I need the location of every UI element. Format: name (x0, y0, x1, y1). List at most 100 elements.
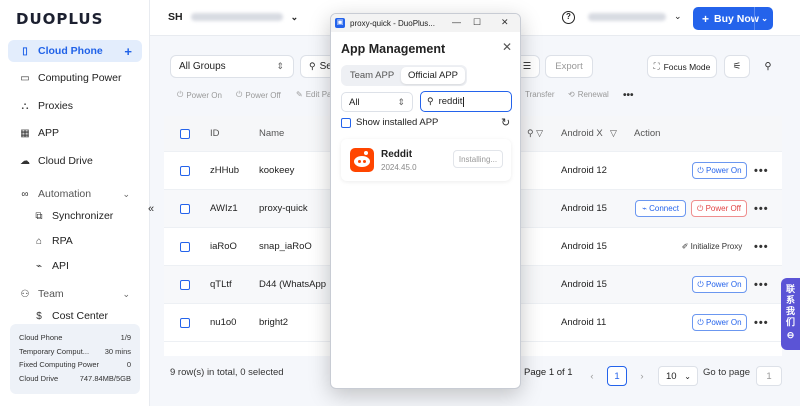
row-checkbox[interactable] (180, 317, 190, 328)
power-icon: ⏻ (177, 90, 184, 99)
page-size-select[interactable]: 10 ⌄ (658, 366, 698, 386)
edit-action[interactable]: ✎ Edit Pa (296, 90, 332, 99)
buy-now-button[interactable]: + Buy Now ⌄ (693, 7, 773, 30)
select-all-checkbox[interactable] (180, 128, 190, 139)
sidebar-item-cloud-drive[interactable]: ☁ Cloud Drive (8, 150, 142, 172)
app-source-tabs: Team APP Official APP (341, 65, 467, 86)
power-off-button[interactable]: ⏻ Power Off (691, 200, 747, 217)
window-title: proxy-quick - DuoPlus... (350, 18, 435, 28)
chevron-down-icon[interactable]: ⌄ (761, 14, 768, 23)
divider (754, 7, 755, 30)
row-id: iaRoO (210, 241, 237, 252)
more-actions-icon[interactable]: ••• (623, 90, 634, 101)
close-window-icon[interactable]: ✕ (501, 17, 509, 28)
contact-us-tab[interactable]: 联系我们 ⊖ (781, 278, 800, 350)
collapse-sidebar-icon[interactable]: « (145, 203, 157, 217)
column-header-android: Android X (561, 128, 603, 139)
refresh-icon[interactable]: ↻ (501, 116, 510, 129)
export-button[interactable]: Export (545, 55, 593, 78)
power-on-button[interactable]: ⏻ Power On (692, 162, 747, 179)
goto-page-input[interactable]: 1 (756, 366, 782, 386)
next-page-icon[interactable]: › (632, 366, 652, 386)
add-icon[interactable]: + (124, 44, 132, 59)
initialize-proxy-button[interactable]: ✐ Initialize Proxy (676, 238, 748, 255)
settings-sliders-icon[interactable]: ⚟ (724, 55, 750, 78)
sidebar-item-cloud-phone[interactable]: ▯ Cloud Phone + (8, 40, 142, 62)
close-icon[interactable]: ✕ (502, 40, 512, 54)
account-menu[interactable]: ⌄ (588, 11, 682, 22)
more-icon[interactable]: ••• (754, 279, 769, 291)
sidebar-item-synchronizer[interactable]: ⧉ Synchronizer (22, 205, 142, 227)
focus-mode-button[interactable]: ⛶ Focus Mode (647, 55, 717, 78)
maximize-icon[interactable]: ☐ (473, 17, 481, 28)
reddit-face (354, 156, 370, 167)
sidebar-group-team[interactable]: ⚇ Team ⌄ (8, 283, 142, 305)
row-name: D44 (WhatsApp (259, 279, 327, 290)
search-icon[interactable]: ⚲ (756, 55, 780, 78)
button-label: Power On (705, 318, 742, 327)
row-checkbox[interactable] (180, 241, 190, 252)
text-cursor (463, 96, 465, 107)
app-management-window: ▣ proxy-quick - DuoPlus... — ☐ ✕ App Man… (330, 13, 521, 389)
power-on-action[interactable]: ⏻ Power On (177, 90, 222, 100)
more-icon[interactable]: ••• (754, 241, 769, 253)
sidebar-group-automation[interactable]: ∞ Automation ⌄ (8, 183, 142, 205)
brand-logo: DUOPLUS (16, 10, 104, 28)
prev-page-icon[interactable]: ‹ (582, 366, 602, 386)
action-label: Edit Pa (305, 90, 332, 99)
sidebar-item-api[interactable]: ⌁ API (22, 255, 142, 277)
show-installed-checkbox[interactable]: Show installed APP (341, 117, 438, 128)
row-checkbox[interactable] (180, 355, 190, 356)
checkbox-box[interactable] (341, 117, 351, 128)
sidebar-item-app[interactable]: ▦ APP (8, 122, 142, 144)
chevron-down-icon: ⌄ (290, 11, 299, 22)
filter-icon[interactable]: ▽ (610, 128, 617, 139)
renew-icon: ⟲ (568, 90, 575, 99)
more-icon[interactable]: ••• (754, 317, 769, 329)
filter-icon[interactable]: ⚲ ▽ (527, 128, 543, 139)
renewal-action[interactable]: ⟲ Renewal (568, 90, 609, 99)
action-label: Power Off (245, 90, 281, 100)
more-icon[interactable]: ••• (754, 165, 769, 177)
usage-row: Cloud Phone 1/9 (19, 331, 131, 345)
api-icon: ⌁ (35, 260, 43, 272)
more-icon[interactable]: ••• (754, 203, 769, 215)
connect-button[interactable]: ⌁ Connect (635, 200, 686, 217)
workspace-name-redacted (190, 13, 283, 21)
page-number-button[interactable]: 1 (607, 366, 627, 386)
category-select[interactable]: All ⇕ (341, 92, 413, 112)
action-label: Transfer (525, 90, 555, 99)
chevron-down-icon: ⌄ (122, 288, 130, 299)
power-off-action[interactable]: ⏻ Power Off (236, 90, 281, 100)
row-checkbox[interactable] (180, 203, 190, 214)
sidebar-group-label: Automation (38, 188, 92, 200)
transfer-action[interactable]: Transfer (525, 90, 555, 99)
sidebar-item-rpa[interactable]: ⌂ RPA (22, 230, 142, 252)
chat-icon: ⊖ (786, 330, 795, 340)
sidebar-item-computing-power[interactable]: ▭ Computing Power (8, 67, 142, 89)
rows-summary: 9 row(s) in total, 0 selected (170, 367, 284, 378)
row-checkbox[interactable] (180, 279, 190, 290)
sidebar-item-proxies[interactable]: ⛬ Proxies (8, 95, 142, 117)
minimize-icon[interactable]: — (452, 17, 461, 27)
row-checkbox[interactable] (180, 165, 190, 176)
app-search-input[interactable]: ⚲ reddit (420, 91, 512, 112)
button-label: Power On (705, 280, 742, 289)
tab-team-app[interactable]: Team APP (343, 67, 401, 84)
tab-official-app[interactable]: Official APP (401, 67, 465, 84)
sidebar-item-label: Cost Center (52, 310, 109, 322)
sidebar-item-label: RPA (52, 235, 73, 247)
row-android: Android 15 (561, 203, 607, 214)
button-label: Power On (705, 166, 742, 175)
power-on-button[interactable]: ⏻ Power On (692, 314, 747, 331)
group-select[interactable]: All Groups ⇕ (170, 55, 294, 78)
help-icon[interactable]: ? (562, 11, 575, 24)
sidebar: DUOPLUS ▯ Cloud Phone + ▭ Computing Powe… (0, 0, 150, 406)
checkbox-label: Show installed APP (356, 117, 439, 128)
column-header-name: Name (259, 128, 285, 139)
row-id: qTLtf (210, 279, 232, 290)
chevron-down-icon: ⌄ (122, 188, 130, 199)
workspace-switcher[interactable]: SH ⌄ (168, 11, 298, 23)
power-on-button[interactable]: ⏻ Power On (692, 276, 747, 293)
row-name: proxy-quick (259, 203, 308, 214)
